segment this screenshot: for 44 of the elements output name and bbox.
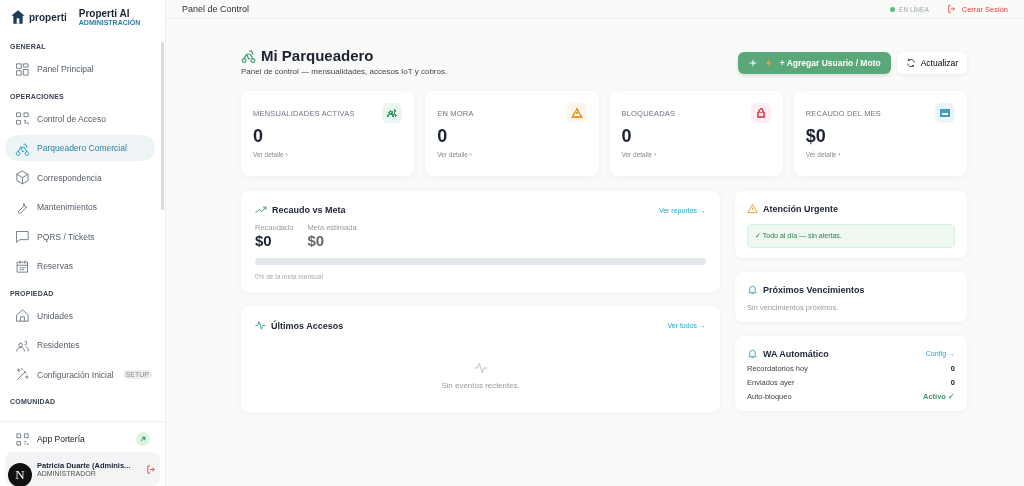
refresh-button[interactable]: Actualizar: [896, 52, 967, 74]
empty-message: Sin eventos recientes.: [441, 381, 520, 390]
sidebar-item[interactable]: Correspondencia: [5, 164, 155, 191]
bell-icon: [747, 348, 758, 359]
lightning-icon: [763, 58, 774, 68]
bell-icon: [747, 284, 758, 295]
stat-value: 0: [437, 126, 449, 147]
plus-icon: [747, 58, 758, 68]
stat-value: $0: [805, 126, 827, 147]
external-link-icon: [136, 432, 150, 446]
page-title: Panel de Control: [182, 4, 250, 14]
sidebar-item[interactable]: Residentes: [5, 332, 155, 358]
pulse-icon: [473, 361, 488, 375]
card-title: Recaudo vs Meta: [272, 205, 346, 215]
logout-icon[interactable]: [146, 463, 157, 475]
pulse-icon: [255, 320, 266, 331]
house-logo-icon: [10, 9, 26, 25]
sidebar-item[interactable]: Mantenimientos: [5, 194, 155, 220]
goal-value: $0: [307, 232, 326, 249]
sidebar-item[interactable]: Control de Acceso: [5, 105, 155, 132]
app-link[interactable]: App Portería: [5, 426, 160, 452]
page-heading: Mi Parqueadero: [261, 47, 374, 64]
card-title: WA Automático: [763, 348, 829, 359]
card-title: Próximos Vencimientos: [763, 284, 865, 295]
logout-icon: [946, 4, 957, 14]
trend-icon: [255, 206, 267, 214]
page-subtitle: Panel de control — mensualidades, accesos IoT y cobros.: [241, 67, 448, 76]
sidebar-item[interactable]: Unidades: [5, 302, 155, 329]
sidebar-item[interactable]: Panel Principal: [5, 56, 155, 82]
card-title: Atención Urgente: [763, 203, 838, 214]
card-title: Últimos Accesos: [271, 320, 344, 331]
sidebar-item[interactable]: Parqueadero Comercial: [5, 135, 155, 161]
warning-icon: [747, 203, 758, 214]
stat-value: 0: [621, 126, 633, 147]
qr-icon: [15, 431, 30, 447]
sidebar-item[interactable]: Reservas: [5, 253, 155, 279]
avatar: N: [8, 463, 32, 486]
logo-text: properti: [29, 11, 67, 23]
collected-value: $0: [255, 232, 273, 249]
sidebar-item[interactable]: PQRS / Tickets: [5, 223, 155, 250]
app-title: Properti AI: [78, 8, 130, 19]
refresh-icon: [905, 58, 916, 68]
bicycle-icon: [241, 48, 256, 63]
stat-value: 0: [253, 126, 264, 147]
